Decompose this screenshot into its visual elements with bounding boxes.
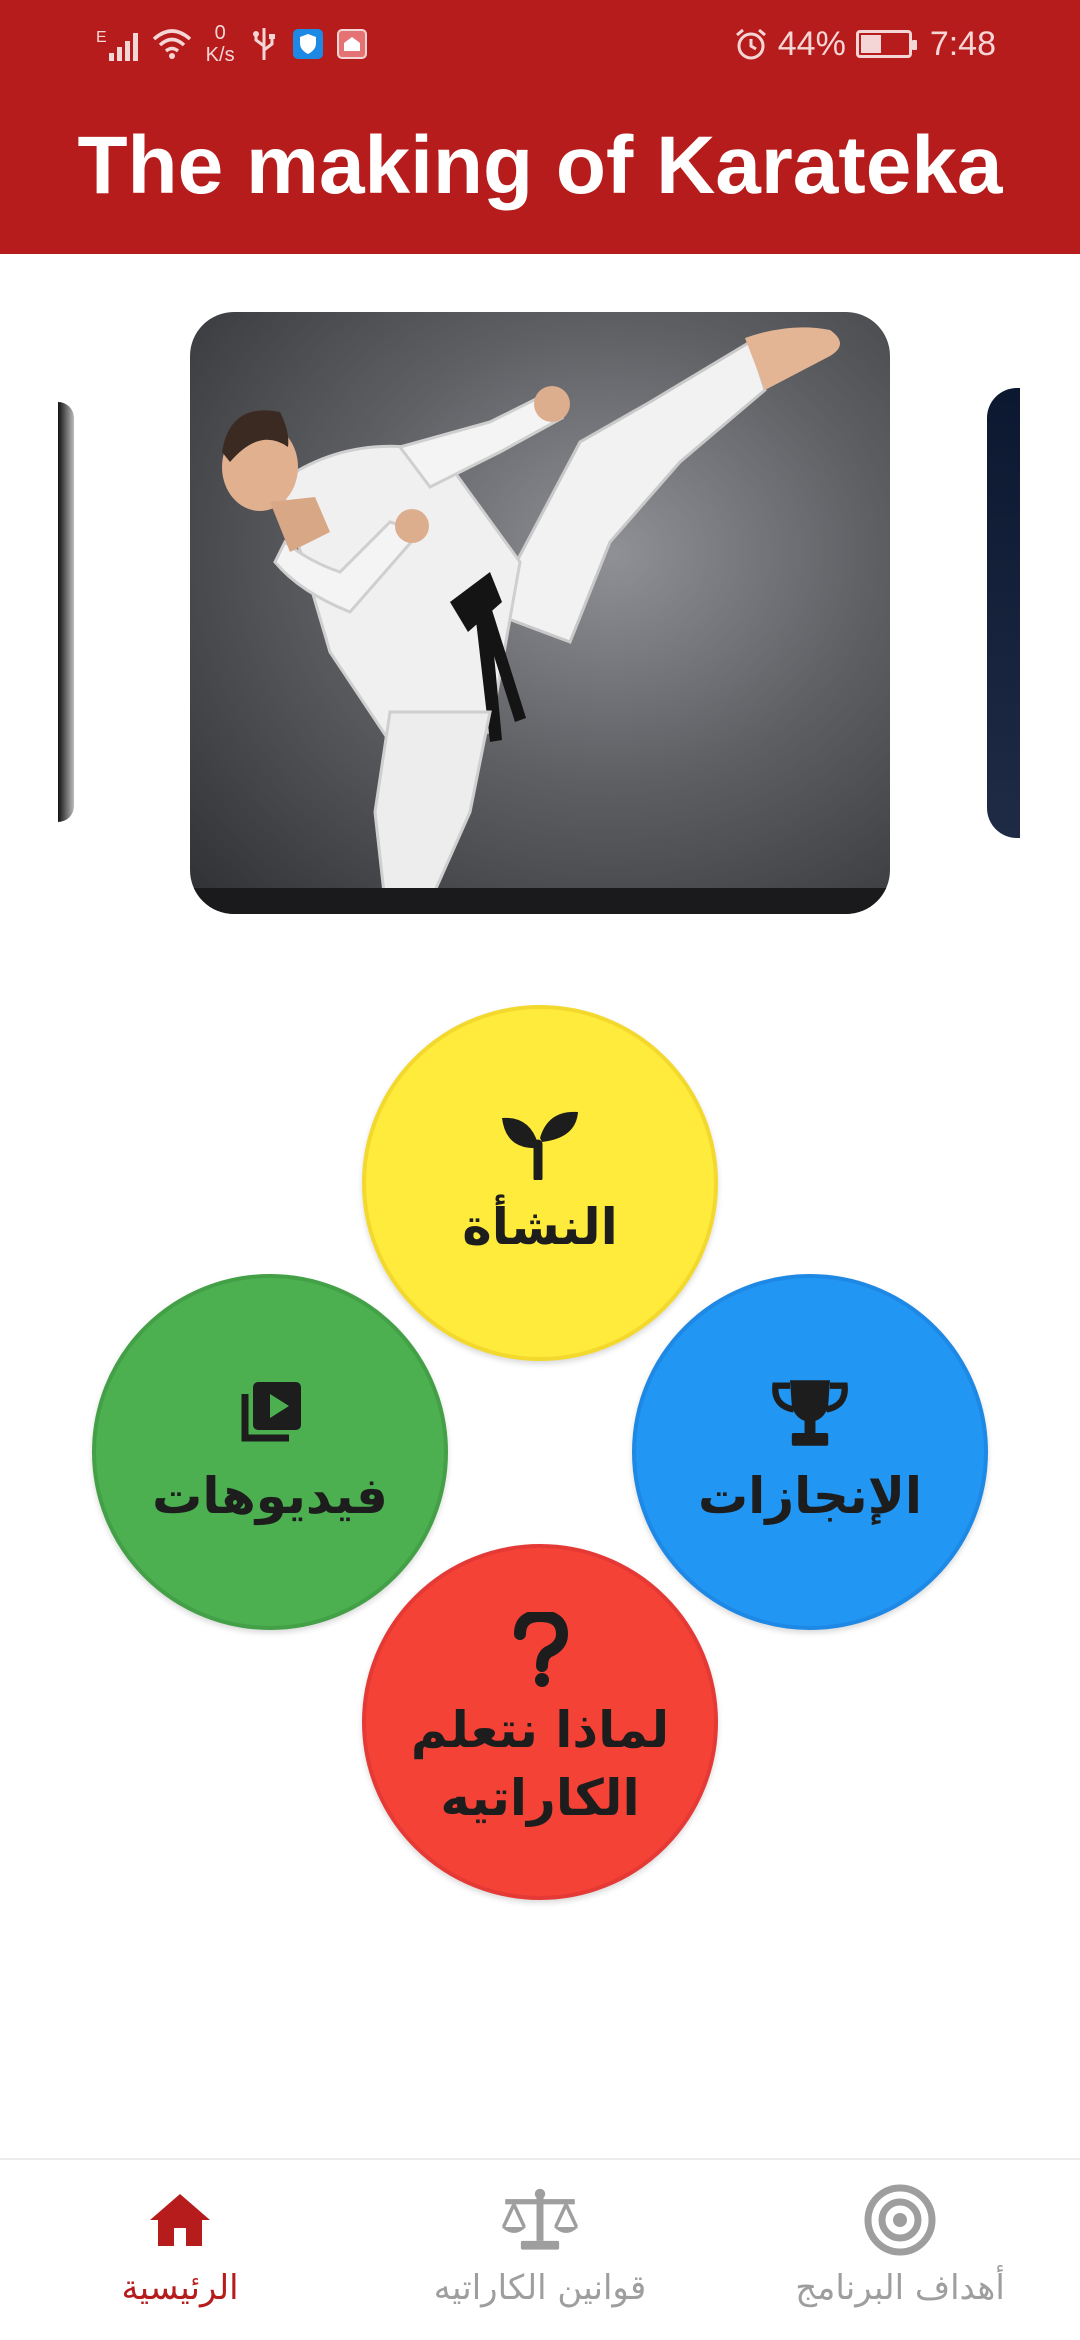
shield-icon	[292, 29, 323, 59]
menu-videos-button[interactable]: فيديوهات	[92, 1274, 448, 1630]
network-speed: 0 K/s	[206, 22, 235, 66]
usb-icon	[252, 28, 275, 60]
clock-time: 7:48	[929, 24, 996, 63]
battery-icon	[855, 30, 917, 58]
balance-scale-icon	[500, 2180, 580, 2260]
menu-origin-button[interactable]: النشأة	[362, 1005, 718, 1361]
bottom-navigation: الرئيسية قوانين الكاراتيه أهداف البرنامج	[0, 2158, 1080, 2340]
app-bar: E 0 K/s 44% 7:48 The making of Karateka	[0, 0, 1080, 254]
screen: E 0 K/s 44% 7:48 The making of Karateka …	[0, 0, 1080, 2340]
speed-unit: K/s	[205, 44, 235, 66]
network-type: E	[96, 29, 107, 46]
floor-shadow	[190, 888, 890, 914]
status-left: E 0 K/s	[96, 16, 367, 72]
carousel-next-slide[interactable]	[987, 388, 1020, 838]
wifi-icon	[152, 29, 191, 59]
nav-rules[interactable]: قوانين الكاراتيه	[390, 2180, 690, 2330]
alarm-icon	[735, 28, 766, 60]
signal-group: E	[96, 27, 138, 61]
nav-home[interactable]: الرئيسية	[30, 2180, 330, 2330]
nav-home-label: الرئيسية	[121, 2268, 239, 2308]
carousel-active-slide[interactable]	[190, 312, 890, 914]
signal-bars-icon	[108, 27, 138, 61]
speed-value: 0	[214, 22, 226, 44]
video-library-icon	[230, 1373, 310, 1453]
nav-goals-label: أهداف البرنامج	[795, 2268, 1005, 2308]
menu-achievements-button[interactable]: الإنجازات	[632, 1274, 988, 1630]
status-right: 44% 7:48	[734, 16, 996, 72]
trophy-icon	[770, 1373, 850, 1453]
menu-origin-label: النشأة	[462, 1198, 618, 1256]
menu-why-learn-line1: لماذا نتعلم	[410, 1701, 670, 1759]
question-mark-icon	[500, 1612, 580, 1688]
page-title: The making of Karateka	[77, 120, 1003, 211]
menu-why-learn-button[interactable]: لماذا نتعلم الكاراتيه	[362, 1544, 718, 1900]
menu-why-learn-label: لماذا نتعلم الكاراتيه	[411, 1696, 669, 1832]
karate-kick-photo	[222, 327, 840, 914]
battery-fill	[860, 35, 882, 53]
nav-rules-label: قوانين الكاراتيه	[433, 2268, 647, 2308]
menu-achievements-label: الإنجازات	[697, 1467, 923, 1525]
battery-percent: 44%	[777, 24, 846, 63]
carousel-prev-slide[interactable]	[58, 402, 74, 822]
image-carousel[interactable]	[0, 254, 1080, 954]
nav-goals[interactable]: أهداف البرنامج	[750, 2180, 1050, 2330]
menu-why-learn-line2: الكاراتيه	[440, 1769, 640, 1827]
status-bar: E 0 K/s 44% 7:48	[0, 0, 1080, 84]
app-notification-icon	[336, 29, 367, 59]
sprout-icon	[500, 1104, 580, 1184]
target-icon	[860, 2180, 940, 2260]
menu-videos-label: فيديوهات	[152, 1467, 388, 1525]
home-icon	[140, 2180, 220, 2260]
